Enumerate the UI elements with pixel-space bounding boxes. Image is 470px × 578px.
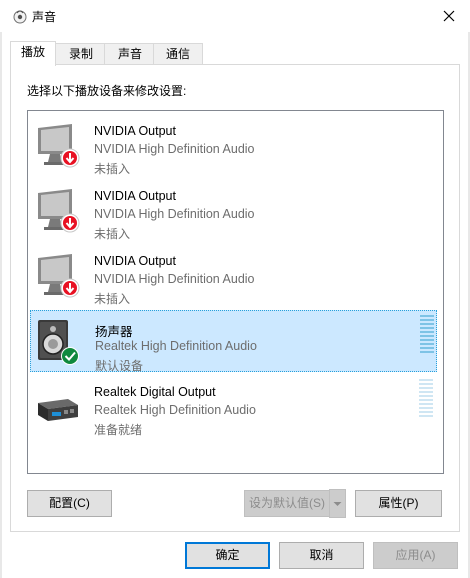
default-check-icon — [61, 347, 79, 365]
device-driver: Realtek High Definition Audio — [94, 403, 256, 417]
tab-communications[interactable]: 通信 — [153, 43, 203, 65]
device-item[interactable]: NVIDIA Output NVIDIA High Definition Aud… — [30, 114, 437, 176]
device-name: 扬声器 — [95, 325, 133, 339]
playback-device-list[interactable]: NVIDIA Output NVIDIA High Definition Aud… — [27, 110, 444, 474]
title-bar: 声音 — [0, 0, 470, 32]
device-driver: NVIDIA High Definition Audio — [94, 207, 255, 221]
device-item[interactable]: NVIDIA Output NVIDIA High Definition Aud… — [30, 244, 437, 306]
cancel-button[interactable]: 取消 — [279, 542, 364, 569]
unplugged-arrow-icon — [60, 278, 80, 298]
device-status: 准备就绪 — [94, 423, 143, 437]
properties-button[interactable]: 属性(P) — [355, 490, 442, 517]
meter-segment — [419, 411, 433, 413]
monitor-icon — [38, 124, 80, 168]
device-name: NVIDIA Output — [94, 254, 176, 268]
tab-recording[interactable]: 录制 — [55, 43, 107, 65]
device-status: 未插入 — [94, 162, 131, 176]
device-item[interactable]: NVIDIA Output NVIDIA High Definition Aud… — [30, 179, 437, 241]
meter-segment — [419, 383, 433, 385]
meter-segment — [420, 323, 434, 325]
meter-segment — [420, 331, 434, 333]
ok-button[interactable]: 确定 — [185, 542, 270, 569]
meter-segment — [420, 335, 434, 337]
background-window-edge — [0, 0, 2, 578]
speaker-icon — [38, 320, 79, 365]
device-item[interactable]: Realtek Digital Output Realtek High Defi… — [30, 375, 437, 437]
unplugged-arrow-icon — [60, 213, 80, 233]
device-status: 未插入 — [94, 227, 131, 241]
instruction-text: 选择以下播放设备来修改设置: — [27, 84, 187, 98]
device-status: 未插入 — [94, 292, 131, 306]
meter-segment — [420, 327, 434, 329]
device-name: NVIDIA Output — [94, 189, 176, 203]
meter-segment — [419, 403, 433, 405]
meter-segment — [419, 379, 433, 381]
monitor-icon — [38, 254, 80, 298]
meter-segment — [420, 319, 434, 321]
chevron-down-icon — [333, 502, 342, 506]
unplugged-arrow-icon — [60, 148, 80, 168]
close-button[interactable] — [438, 5, 460, 27]
device-driver: NVIDIA High Definition Audio — [94, 272, 255, 286]
meter-segment — [419, 399, 433, 401]
sound-app-icon — [13, 10, 27, 24]
meter-segment — [419, 395, 433, 397]
volume-level-meter — [419, 379, 433, 419]
device-item-selected[interactable]: 扬声器 Realtek High Definition Audio 默认设备 — [30, 310, 437, 373]
close-icon — [443, 10, 455, 22]
meter-segment — [420, 315, 434, 317]
meter-segment — [419, 391, 433, 393]
meter-segment — [419, 407, 433, 409]
apply-button[interactable]: 应用(A) — [373, 542, 458, 569]
meter-segment — [419, 387, 433, 389]
window-title: 声音 — [32, 10, 57, 24]
volume-level-meter — [420, 315, 434, 355]
configure-button[interactable]: 配置(C) — [27, 490, 112, 517]
meter-segment — [420, 351, 434, 353]
meter-segment — [420, 339, 434, 341]
set-default-dropdown[interactable] — [329, 489, 346, 518]
meter-segment — [420, 343, 434, 345]
set-default-button[interactable]: 设为默认值(S) — [244, 490, 330, 517]
tab-playback[interactable]: 播放 — [10, 41, 56, 66]
meter-segment — [420, 347, 434, 349]
device-name: NVIDIA Output — [94, 124, 176, 138]
device-driver: Realtek High Definition Audio — [95, 339, 257, 353]
monitor-icon — [38, 189, 80, 233]
device-status: 默认设备 — [95, 359, 144, 373]
device-driver: NVIDIA High Definition Audio — [94, 142, 255, 156]
tab-sounds[interactable]: 声音 — [104, 43, 156, 65]
digital-output-icon — [38, 399, 78, 421]
device-name: Realtek Digital Output — [94, 385, 216, 399]
meter-segment — [419, 415, 433, 417]
